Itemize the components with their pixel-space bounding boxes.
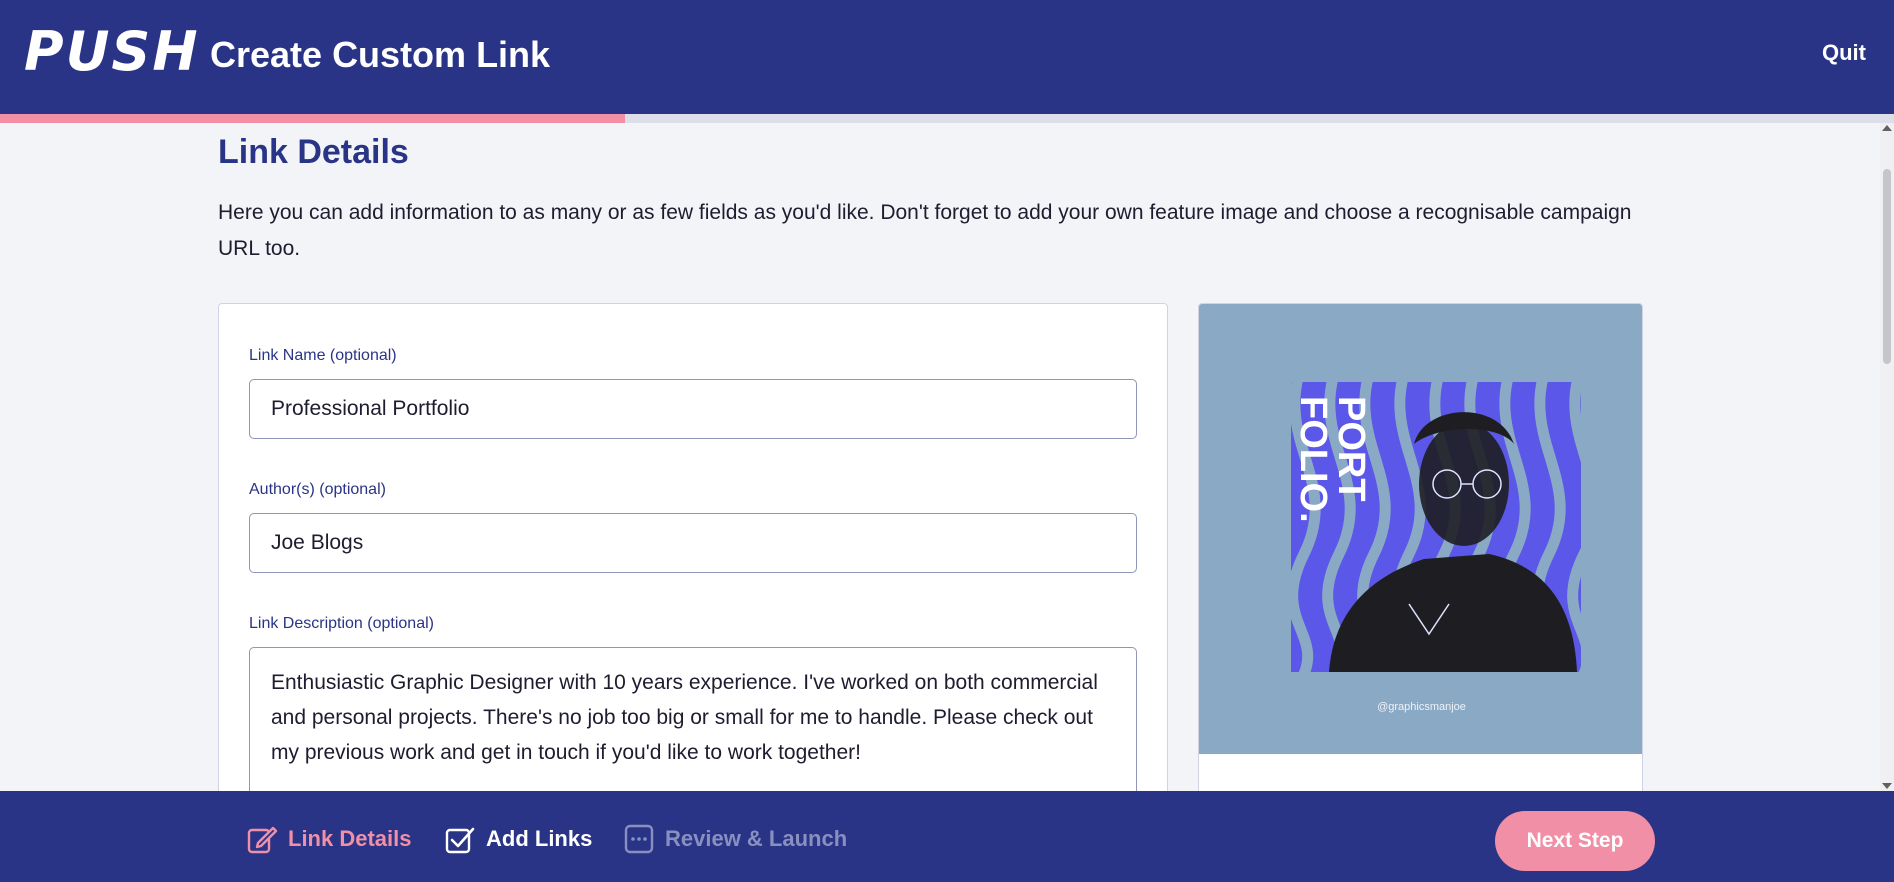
feature-image-card[interactable]: PORT FOLIO. @graphicsmanjoe: [1198, 303, 1643, 791]
link-description-label: Link Description (optional): [249, 615, 434, 632]
section-description: Here you can add information to as many …: [218, 201, 1632, 260]
scroll-down-arrow-icon[interactable]: [1882, 783, 1892, 789]
top-header: PUSH Create Custom Link Quit: [0, 0, 1894, 114]
step-link-details[interactable]: Link Details: [246, 824, 411, 854]
edit-icon: [247, 826, 278, 854]
dots-box-icon: [624, 824, 654, 854]
link-description-textarea[interactable]: Enthusiastic Graphic Designer with 10 ye…: [249, 647, 1137, 791]
artwork-title-line1: PORT: [1330, 396, 1372, 502]
feature-image[interactable]: PORT FOLIO. @graphicsmanjoe: [1199, 304, 1642, 754]
page-title: Create Custom Link: [210, 34, 551, 75]
authors-label: Author(s) (optional): [249, 481, 386, 498]
artwork-title-line2: FOLIO.: [1292, 396, 1334, 523]
artwork-handle: @graphicsmanjoe: [1377, 701, 1466, 713]
scroll-up-arrow-icon[interactable]: [1882, 125, 1892, 131]
step-navigation: Link Details Add Links Review & Launch N…: [0, 791, 1894, 882]
step-review-launch[interactable]: Review & Launch: [623, 824, 847, 854]
step-label: Link Details: [288, 826, 412, 851]
link-name-input[interactable]: [249, 379, 1137, 439]
portfolio-artwork: PORT FOLIO.: [1291, 382, 1581, 672]
page-scrollbar[interactable]: [1880, 123, 1894, 791]
quit-button[interactable]: Quit: [1822, 40, 1866, 66]
section-title: Link Details: [218, 133, 409, 171]
main-content: Link Details Here you can add informatio…: [218, 123, 1648, 791]
step-label: Add Links: [486, 826, 593, 851]
authors-input[interactable]: [249, 513, 1137, 573]
progress-bar: [0, 114, 1894, 123]
link-details-form: Link Name (optional) Author(s) (optional…: [218, 303, 1168, 791]
step-add-links[interactable]: Add Links: [444, 824, 592, 854]
push-logo[interactable]: PUSH: [24, 20, 200, 83]
step-label: Review & Launch: [665, 826, 848, 851]
scroll-thumb[interactable]: [1883, 169, 1891, 364]
checkbox-checked-icon: [445, 827, 475, 854]
progress-fill: [0, 114, 626, 123]
link-name-label: Link Name (optional): [249, 347, 397, 364]
next-step-button[interactable]: Next Step: [1495, 811, 1655, 871]
